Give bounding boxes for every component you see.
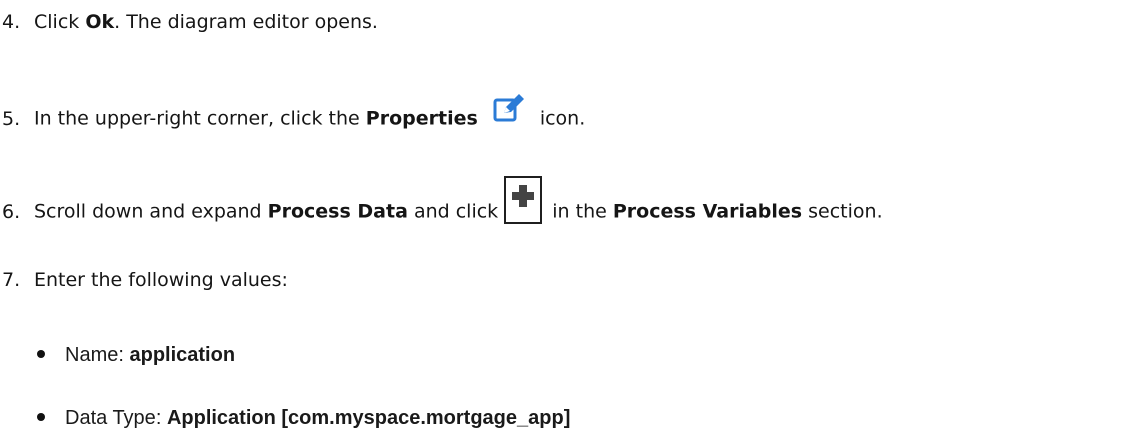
step-text: Scroll down and expand <box>34 200 268 223</box>
value-item-data-type: Data Type: Application [com.myspace.mort… <box>37 406 570 430</box>
bullet-icon <box>37 412 45 421</box>
step-7: 7. Enter the following values: <box>0 268 288 292</box>
process-variables-reference: Process Variables <box>612 200 803 223</box>
step-text: and click <box>407 200 505 223</box>
step-number: 6. <box>2 200 21 223</box>
value-label: Name <box>65 344 119 366</box>
step-text: Enter the following values: <box>34 269 288 291</box>
plus-icon <box>504 176 543 224</box>
process-data-reference: Process Data <box>267 200 408 223</box>
step-number: 7. <box>2 269 21 291</box>
properties-reference: Properties <box>365 107 478 130</box>
step-text: icon. <box>533 107 586 130</box>
edit-pencil-icon <box>492 92 526 126</box>
value-label: Data Type <box>65 407 156 429</box>
step-text: in the <box>546 200 613 223</box>
step-text: section. <box>802 200 883 223</box>
value-text: Application [com.myspace.mortgage_app] <box>166 407 571 429</box>
step-text: In the upper-right corner, click the <box>34 107 366 130</box>
step-5: 5. In the upper-right corner, click the P… <box>0 94 586 136</box>
bullet-icon <box>37 349 45 358</box>
value-separator: : <box>118 344 130 366</box>
value-item-name: Name: application <box>37 343 235 367</box>
step-4: 4. Click Ok. The diagram editor opens. <box>0 10 378 34</box>
step-6: 6. Scroll down and expand Process Data an… <box>0 176 883 236</box>
step-number: 4. <box>2 11 21 33</box>
step-text: Click <box>34 11 86 33</box>
value-separator: : <box>155 407 167 429</box>
step-number: 5. <box>2 107 21 130</box>
step-text: . The diagram editor opens. <box>114 11 378 33</box>
value-text: application <box>129 344 236 366</box>
ok-button-reference: Ok <box>85 11 115 33</box>
